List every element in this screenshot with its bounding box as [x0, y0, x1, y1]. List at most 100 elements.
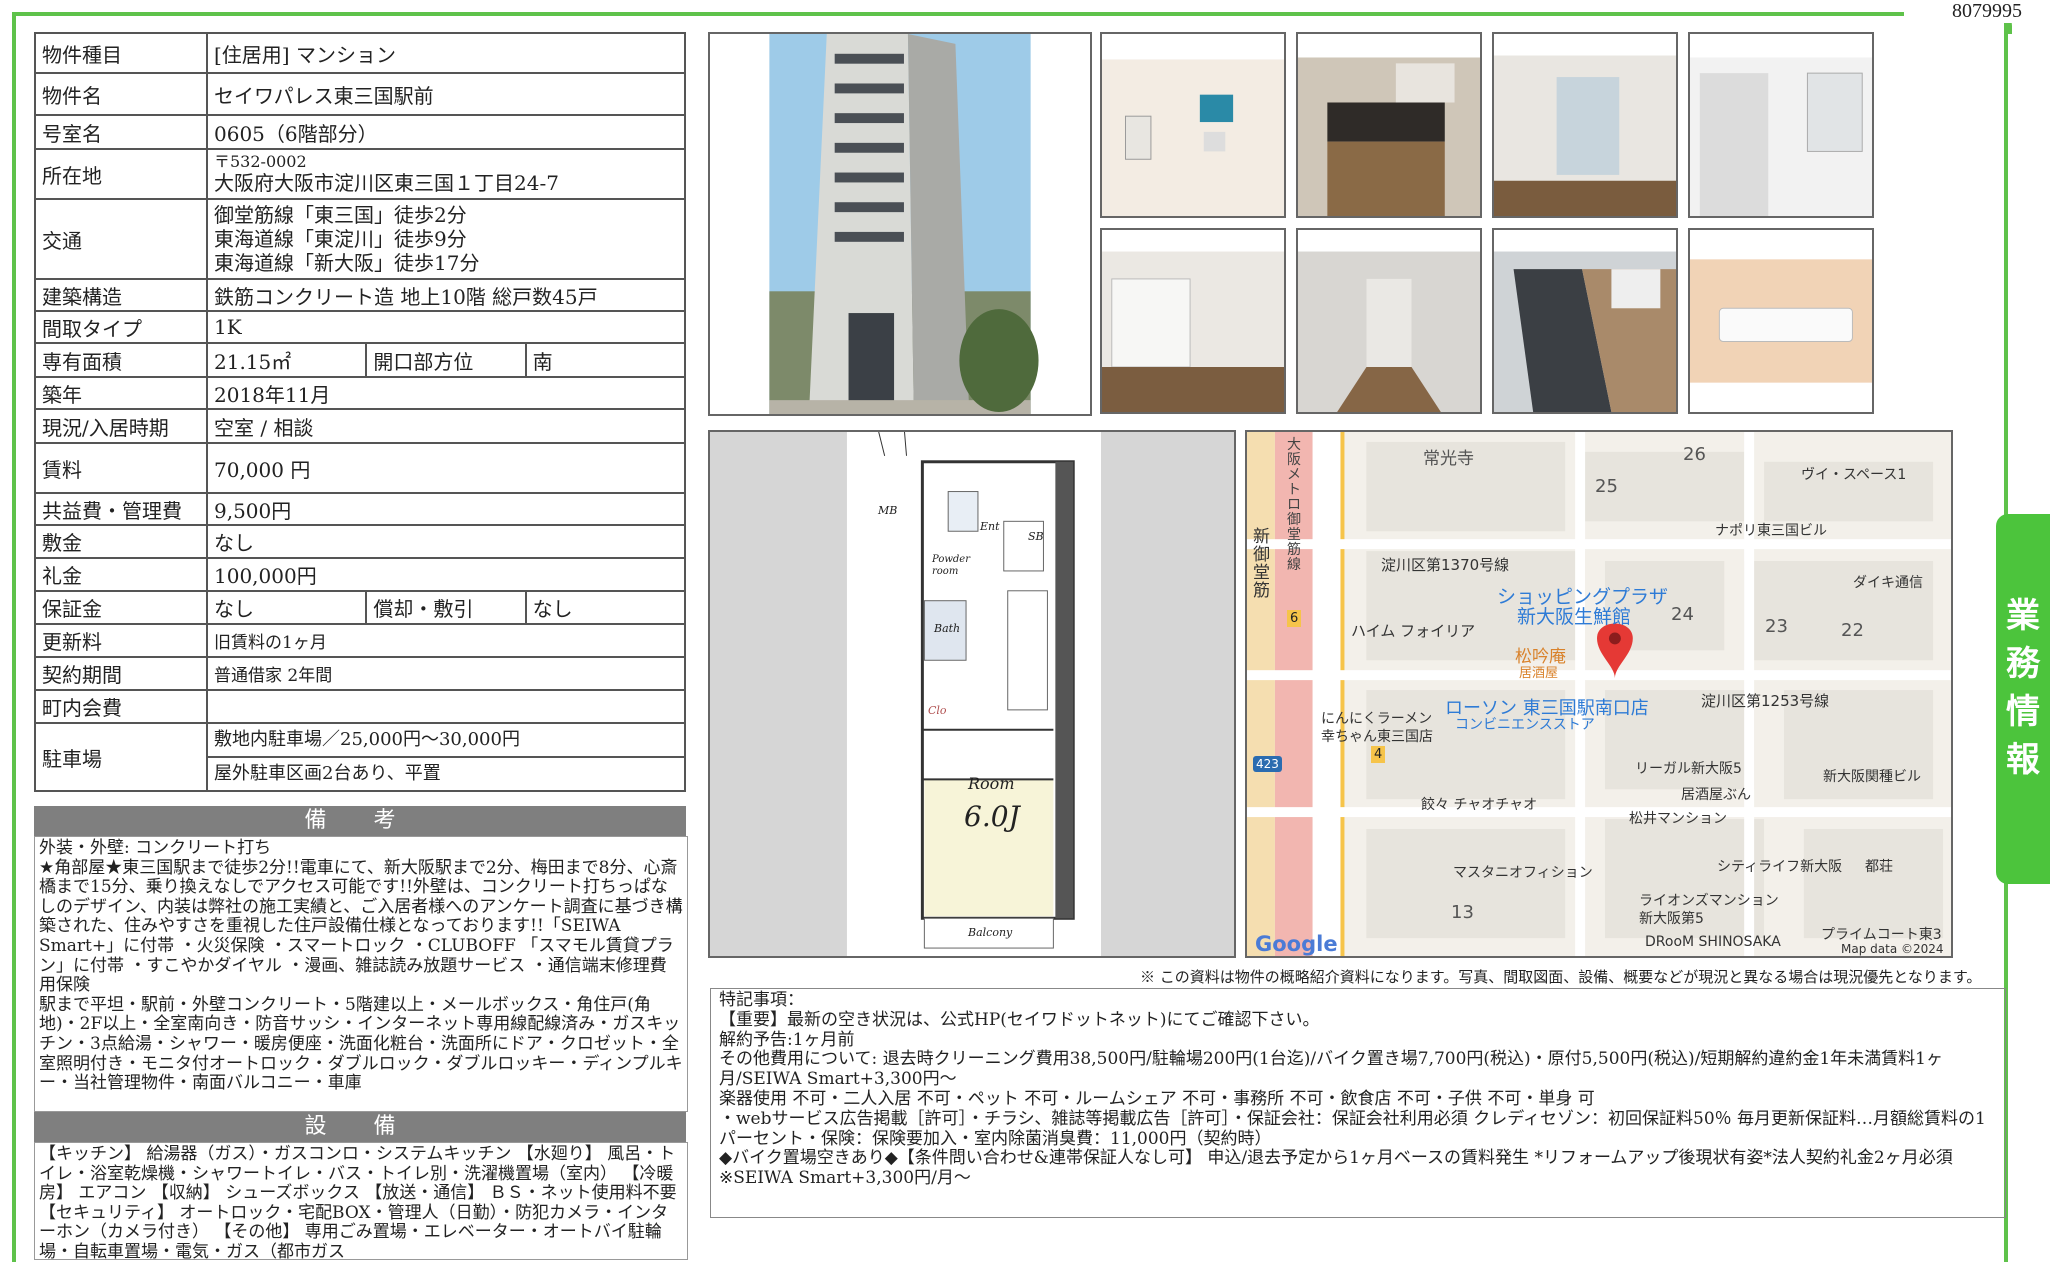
map-label: にんにくラーメン [1321, 711, 1433, 727]
interior-photo-kitchen [1296, 32, 1482, 218]
business-info-tab[interactable]: 業 務 情 報 [1996, 514, 2050, 884]
document-id: 8079995 [1950, 0, 2022, 23]
map-label: 23 [1765, 616, 1788, 637]
map-route-badge: 423 [1253, 756, 1282, 772]
parking-value: 敷地内駐車場／25,000円～30,000円 [209, 725, 683, 758]
map-label: 松井マンション [1629, 811, 1727, 827]
remarks-heading: 備 考 [34, 806, 686, 836]
built-value: 2018年11月 [206, 376, 686, 410]
map-label: 都荘 [1865, 859, 1893, 875]
equipment-text: 【キッチン】 給湯器（ガス）・ガスコンロ・システムキッチン 【水廻り】 風呂・ト… [34, 1142, 688, 1260]
map-label: ナポリ東三国ビル [1715, 523, 1827, 539]
deposit-value: なし [206, 524, 686, 559]
amortization-label: 償却・敷引 [365, 590, 527, 625]
layout-label: 間取タイプ [34, 310, 208, 344]
closet-photo-art [1102, 230, 1284, 412]
map-label: 新大阪第5 [1639, 911, 1704, 927]
built-label: 築年 [34, 376, 208, 410]
address-value: 大阪府大阪市淀川区東三国１丁目24-7 [214, 171, 559, 195]
parking-cell: 敷地内駐車場／25,000円～30,000円 屋外駐車区画2台あり、平置 [206, 722, 686, 792]
interior-photo-intercom [1100, 32, 1286, 218]
disclaimer-notice: ※ この資料は物件の概略紹介資料になります。写真、間取図面、設備、概要などが現況… [1140, 968, 1982, 986]
map-label: コンビニエンスストア [1455, 717, 1595, 733]
aircon-photo-art [1690, 230, 1872, 412]
access-cell: 御堂筋線「東三国」徒歩2分 東海道線「東淀川」徒歩9分 東海道線「新大阪」徒歩1… [206, 198, 686, 280]
fp-room-size: 6.0J [964, 800, 1020, 833]
map-road-label: 新御堂筋 [1253, 527, 1270, 601]
contract-label: 契約期間 [34, 656, 208, 691]
map-label: シティライフ新大阪 [1717, 859, 1843, 875]
name-label: 物件名 [34, 72, 208, 116]
kitchen-photo-art [1298, 34, 1480, 216]
map-label: 餃々 チャオチャオ [1421, 797, 1538, 813]
floor-plan-drawing [846, 432, 1102, 956]
tab-char: 業 [2006, 596, 2040, 636]
google-logo: Google [1255, 932, 1338, 956]
amortization-value: なし [524, 590, 687, 625]
fp-bath-label: Bath [934, 622, 961, 635]
fee-label: 共益費・管理費 [34, 492, 208, 526]
direction-value: 南 [524, 342, 687, 378]
fee-value: 9,500円 [206, 492, 686, 526]
rent-label: 賃料 [34, 442, 208, 494]
bathroom-photo-art [1690, 34, 1872, 216]
map-label: ヴイ・スペース1 [1801, 467, 1907, 483]
map-label: ハイム フォイリア [1351, 622, 1476, 640]
postal-code: 〒532-0002 [214, 152, 307, 171]
fp-room-label: Room [968, 774, 1015, 793]
structure-label: 建築構造 [34, 278, 208, 312]
access-line: 東海道線「東淀川」徒歩9分 [214, 227, 467, 251]
name-value: セイワパレス東三国駅前 [206, 72, 686, 116]
tab-char: 情 [2006, 692, 2040, 732]
structure-value: 鉄筋コンクリート造 地上10階 総戸数45戸 [206, 278, 686, 312]
map-route-badge: 4 [1371, 746, 1386, 763]
area-value: 21.15㎡ [205, 342, 368, 378]
map-line-label: 大阪メトロ御堂筋線 [1287, 437, 1301, 573]
map-label: プライムコート東3 [1821, 927, 1942, 943]
frame-top-border [12, 12, 1904, 16]
map-label: 幸ちゃん東三国店 [1321, 729, 1433, 745]
interior-photo-bathroom [1688, 32, 1874, 218]
location-map[interactable]: 常光寺 26 25 ヴイ・スペース1 ナポリ東三国ビル 淀川区第1370号線 ダ… [1245, 430, 1953, 958]
map-label: 25 [1595, 476, 1618, 497]
status-value: 空室 / 相談 [206, 408, 686, 444]
direction-label: 開口部方位 [365, 342, 527, 378]
fp-closet-label: Clo [928, 704, 947, 717]
parking-label: 駐車場 [34, 722, 208, 792]
map-label: 淀川区第1370号線 [1381, 556, 1510, 574]
map-label: ライオンズマンション [1639, 893, 1779, 909]
address-label: 所在地 [34, 148, 208, 200]
map-label: リーガル新大阪5 [1635, 761, 1742, 777]
community-fee-label: 町内会費 [34, 689, 208, 724]
renewal-value: 旧賃料の1ヶ月 [206, 623, 686, 658]
rent-value: 70,000 円 [206, 442, 686, 494]
fp-powder-label: Powder room [932, 554, 971, 577]
room-value: 0605（6階部分） [206, 114, 686, 150]
interior-photo-closet [1100, 228, 1286, 414]
interior-photo-aircon [1688, 228, 1874, 414]
status-label: 現況/入居時期 [34, 408, 208, 444]
access-label: 交通 [34, 198, 208, 280]
map-label: 新大阪生鮮館 [1517, 606, 1632, 628]
tab-char: 報 [2006, 740, 2040, 780]
interior-photo-room [1492, 32, 1678, 218]
remarks-text: 外装・外壁: コンクリート打ち ★角部屋★東三国駅まで徒歩2分!!電車にて、新大… [34, 836, 688, 1112]
property-table: 物件種目 [住居用] マンション 物件名 セイワパレス東三国駅前 号室名 060… [34, 32, 687, 792]
access-line: 東海道線「新大阪」徒歩17分 [214, 251, 480, 275]
map-label: 新大阪関種ビル [1823, 769, 1921, 785]
map-label: 13 [1451, 902, 1474, 923]
map-label: 24 [1671, 604, 1694, 625]
contract-value: 普通借家 2年間 [206, 656, 686, 691]
fp-balcony-label: Balcony [968, 926, 1013, 939]
map-label: ダイキ通信 [1853, 575, 1923, 591]
room-label: 号室名 [34, 114, 208, 150]
tab-char: 務 [2006, 644, 2040, 684]
building-photo-art [769, 34, 1039, 414]
floor-plan: MB Ent SB Powder room Bath Clo Room 6.0J… [708, 430, 1236, 958]
fp-mb-label: MB [878, 504, 898, 517]
map-label: DRooM SHINOSAKA [1645, 934, 1781, 950]
guarantee-label: 保証金 [34, 590, 208, 625]
fp-sb-label: SB [1028, 530, 1044, 543]
map-label: 居酒屋 [1519, 666, 1559, 681]
intercom-photo-art [1102, 34, 1284, 216]
